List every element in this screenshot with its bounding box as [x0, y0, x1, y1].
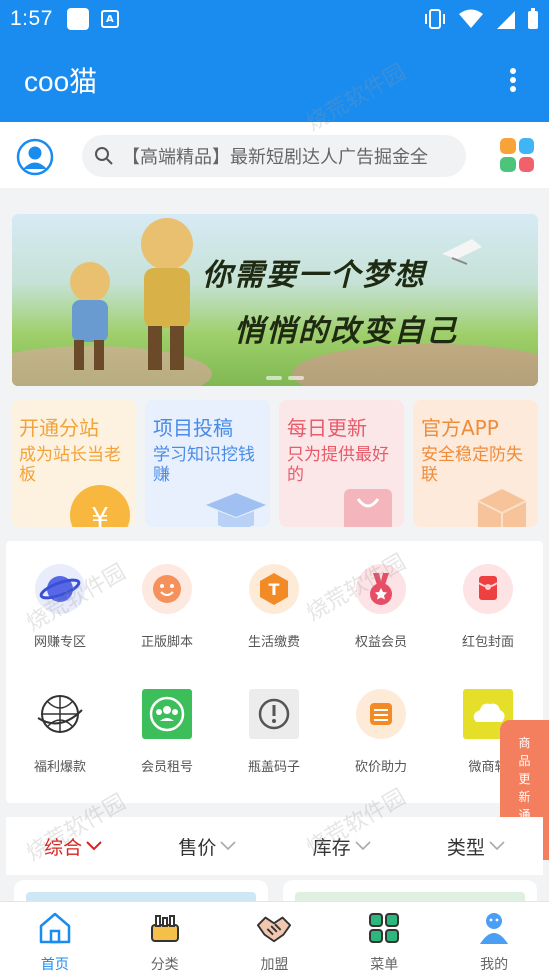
promo-card-branch[interactable]: 开通分站 成为站长当老板 ¥	[11, 400, 136, 527]
app-bar: coo猫	[0, 38, 549, 122]
signal-icon	[497, 11, 515, 29]
icon-item-rental[interactable]: 会员租号	[117, 688, 217, 775]
sort-stock[interactable]: 库存	[275, 833, 409, 860]
home-icon	[39, 912, 71, 944]
promo-card-app[interactable]: 官方APP 安全稳定防失联	[413, 400, 538, 527]
svg-text:T: T	[269, 580, 280, 599]
chevron-down-icon	[489, 841, 505, 851]
search-icon	[95, 147, 113, 165]
nav-label: 我的	[480, 957, 509, 973]
nav-home[interactable]: 首页	[0, 902, 110, 977]
status-icons	[423, 8, 539, 30]
t-hexagon-icon: T	[249, 564, 299, 614]
promo-card-daily[interactable]: 每日更新 只为提供最好的	[279, 400, 404, 527]
icon-label: 生活缴费	[247, 635, 300, 650]
yen-coin-icon: ¥	[70, 485, 130, 527]
chevron-down-icon	[220, 841, 236, 851]
icon-label: 会员租号	[140, 760, 193, 775]
graduation-cap-icon	[206, 493, 266, 527]
promo-sub: 只为提供最好的	[287, 445, 389, 485]
icon-item-redpacket[interactable]: 红包封面	[438, 563, 538, 650]
category-icon	[150, 915, 179, 942]
vibrate-icon	[425, 9, 445, 29]
banner-illustration	[12, 218, 538, 386]
status-bar: 1:57 A	[0, 0, 549, 38]
red-envelope-icon	[463, 564, 513, 614]
icon-item-earning[interactable]: 网赚专区	[10, 563, 110, 650]
icon-item-bills[interactable]: T 生活缴费	[224, 563, 324, 650]
icon-label: 正版脚本	[140, 635, 193, 650]
sort-type[interactable]: 类型	[409, 833, 543, 860]
icon-item-bottlecap[interactable]: 瓶盖码子	[224, 688, 324, 775]
search-text: 【高端精品】最新短剧达人广告掘金全	[122, 147, 428, 168]
status-time: 1:57	[10, 7, 53, 30]
smile-icon	[142, 564, 192, 614]
icon-label: 红包封面	[461, 635, 514, 650]
nav-join[interactable]: 加盟	[220, 902, 330, 977]
sort-label: 售价	[178, 836, 217, 859]
sort-price[interactable]: 售价	[140, 833, 274, 860]
svg-text:¥: ¥	[91, 501, 109, 527]
bargain-icon	[356, 689, 406, 739]
promo-sub: 学习知识挖钱赚	[153, 445, 255, 485]
user-icon	[480, 913, 509, 944]
banner-line2: 悄悄的改变自己	[234, 314, 458, 349]
menu-grid-icon	[369, 913, 400, 943]
nav-menu[interactable]: 菜单	[329, 902, 439, 977]
icon-label: 权益会员	[354, 635, 407, 650]
medal-icon	[356, 564, 406, 614]
notification-a-icon: A	[100, 10, 119, 28]
icon-item-bargain[interactable]: 砍价助力	[331, 688, 431, 775]
promo-banner[interactable]: 你需要一个梦想 悄悄的改变自己	[12, 214, 538, 386]
handshake-icon	[257, 916, 292, 943]
promo-title: 官方APP	[421, 416, 499, 440]
banner-line1: 你需要一个梦想	[202, 258, 426, 293]
promo-title: 每日更新	[287, 416, 367, 440]
avatar-icon[interactable]	[16, 138, 54, 176]
icon-label: 砍价助力	[354, 760, 407, 775]
nav-label: 加盟	[260, 957, 289, 973]
wifi-icon	[459, 9, 483, 28]
icon-label: 网赚专区	[33, 635, 86, 650]
search-row: 【高端精品】最新短剧达人广告掘金全	[0, 122, 549, 188]
promo-cards: 开通分站 成为站长当老板 ¥ 项目投稿 学习知识挖钱赚 每日更新 只为提供最好的…	[11, 400, 541, 527]
icon-label: 福利爆款	[33, 760, 86, 775]
promo-card-submit[interactable]: 项目投稿 学习知识挖钱赚	[145, 400, 270, 527]
nav-label: 首页	[40, 957, 69, 973]
overflow-menu-icon[interactable]	[501, 64, 525, 96]
promo-sub: 安全稳定防失联	[421, 445, 523, 485]
alert-icon	[249, 689, 299, 739]
icon-label: 瓶盖码子	[247, 760, 300, 775]
nav-profile[interactable]: 我的	[439, 902, 549, 977]
users-icon	[142, 689, 192, 739]
chevron-down-icon	[355, 841, 371, 851]
sort-label: 类型	[446, 836, 485, 859]
icon-item-welfare[interactable]: 福利爆款	[10, 688, 110, 775]
promo-sub: 成为站长当老板	[19, 445, 121, 485]
promo-title: 项目投稿	[153, 416, 233, 440]
sort-label: 综合	[44, 836, 83, 859]
banner-pager	[266, 376, 304, 380]
sort-label: 库存	[312, 836, 351, 859]
search-input[interactable]: 【高端精品】最新短剧达人广告掘金全	[82, 135, 466, 177]
icon-item-membership[interactable]: 权益会员	[331, 563, 431, 650]
promo-title: 开通分站	[19, 416, 99, 440]
nav-category[interactable]: 分类	[110, 902, 220, 977]
app-title: coo猫	[24, 66, 98, 97]
category-icon-grid: 网赚专区 正版脚本 T 生活缴费 权益会员 红包封面 福利爆款 会员租号 瓶盖码…	[6, 541, 543, 803]
shopping-bag-icon	[344, 489, 392, 527]
notification-square-icon	[66, 8, 89, 30]
nav-label: 分类	[150, 957, 179, 973]
globe-sketch-icon	[37, 695, 83, 733]
sort-bar: 综合 售价 库存 类型	[6, 817, 543, 875]
chevron-down-icon	[86, 841, 102, 851]
box-icon	[477, 489, 527, 527]
apps-grid-icon[interactable]	[500, 138, 534, 172]
bottom-nav: 首页 分类 加盟 菜单 我的	[0, 901, 549, 977]
sort-composite[interactable]: 综合	[6, 833, 140, 860]
nav-label: 菜单	[370, 957, 399, 973]
icon-item-script[interactable]: 正版脚本	[117, 563, 217, 650]
planet-icon	[35, 564, 85, 614]
battery-icon	[528, 8, 538, 29]
